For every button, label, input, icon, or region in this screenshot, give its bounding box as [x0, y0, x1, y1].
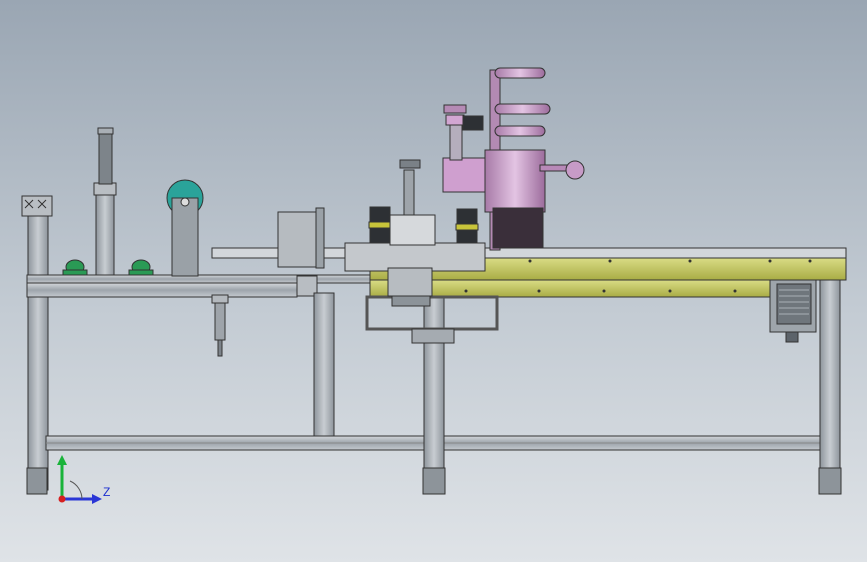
- labeler-base: [344, 242, 486, 272]
- frame-foot-right-2: [818, 467, 842, 495]
- cylinder-top: [98, 127, 113, 185]
- labeler-column: [492, 207, 544, 249]
- machine-model-view[interactable]: [0, 0, 867, 562]
- down-cylinder: [214, 299, 226, 341]
- origin-point: [58, 495, 66, 503]
- frame-post-middle: [313, 292, 335, 437]
- handwheel: [565, 160, 585, 180]
- upper-post: [403, 169, 415, 216]
- frame-foot-left: [26, 467, 48, 495]
- frame-column-2: [95, 184, 115, 278]
- frame-post-left: [27, 199, 49, 491]
- z-axis-label: Z: [103, 485, 111, 499]
- reel-arm-3: [494, 125, 546, 137]
- frame-foot-right-1: [422, 467, 446, 495]
- mid-rail-left: [26, 282, 298, 298]
- adjust-knob: [443, 104, 467, 114]
- coordinate-triad: [57, 455, 102, 504]
- spool-bracket: [171, 197, 199, 277]
- cad-viewport[interactable]: Z: [0, 0, 867, 562]
- pillow-block-1: [62, 259, 88, 276]
- feeder-block: [277, 211, 323, 268]
- pillow-block-2: [128, 259, 154, 276]
- gearbox: [484, 149, 546, 213]
- reel-arm-1: [494, 67, 546, 79]
- motor-housing: [442, 157, 489, 193]
- frame-post-right-2: [819, 279, 841, 469]
- reel-arm-2: [494, 103, 551, 115]
- top-rail-left: [26, 274, 373, 284]
- frame-post-right-1: [423, 295, 445, 469]
